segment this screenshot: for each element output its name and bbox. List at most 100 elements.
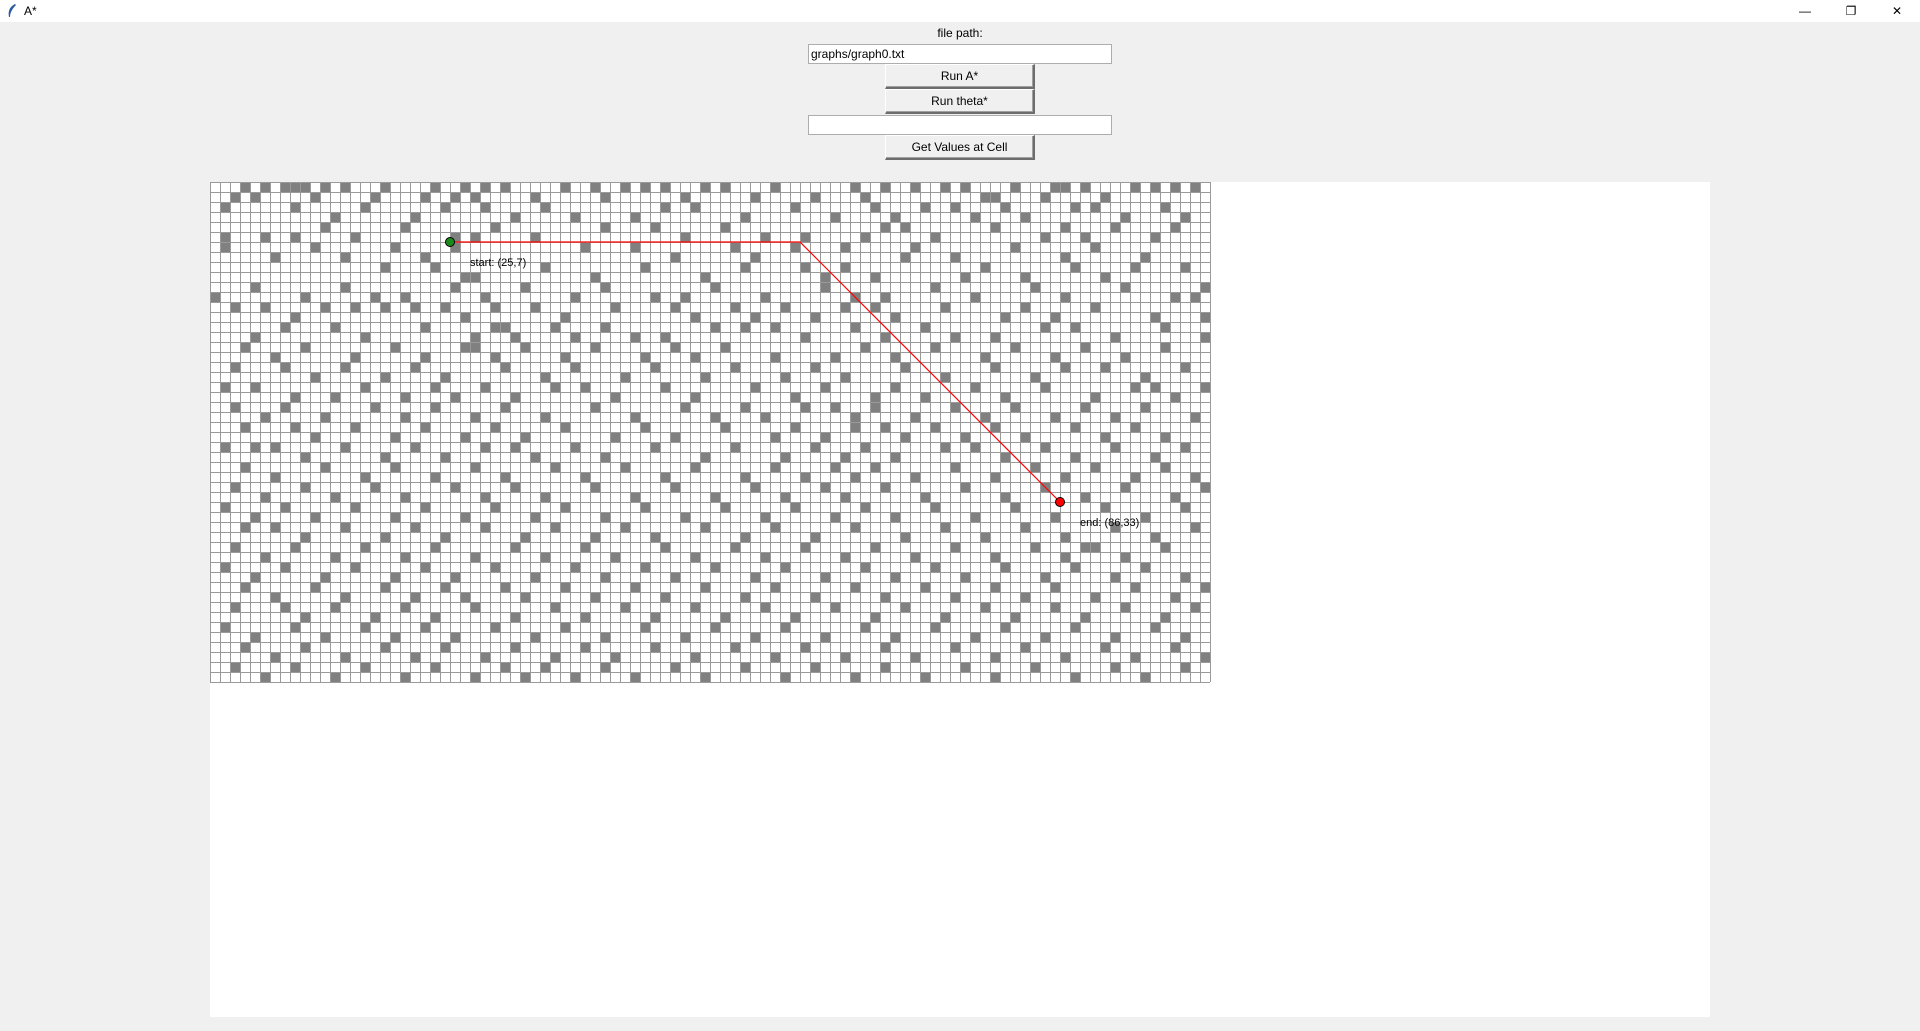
blocked-cell — [770, 182, 780, 192]
blocked-cell — [770, 352, 780, 362]
blocked-cell — [410, 652, 420, 662]
minimize-icon[interactable]: — — [1782, 0, 1828, 22]
blocked-cell — [520, 282, 530, 292]
blocked-cell — [1020, 522, 1030, 532]
blocked-cell — [1000, 452, 1010, 462]
blocked-cell — [860, 232, 870, 242]
blocked-cell — [1140, 252, 1150, 262]
blocked-cell — [800, 542, 810, 552]
close-icon[interactable]: ✕ — [1874, 0, 1920, 22]
restore-icon[interactable]: ❐ — [1828, 0, 1874, 22]
blocked-cell — [240, 422, 250, 432]
blocked-cell — [660, 332, 670, 342]
blocked-cell — [430, 542, 440, 552]
blocked-cell — [1140, 372, 1150, 382]
blocked-cell — [1160, 322, 1170, 332]
blocked-cell — [340, 282, 350, 292]
grid-map[interactable]: start: (25,7) end: (86,33) — [210, 182, 1211, 683]
blocked-cell — [310, 582, 320, 592]
blocked-cell — [1060, 292, 1070, 302]
blocked-cell — [1100, 502, 1110, 512]
blocked-cell — [470, 332, 480, 342]
blocked-cell — [550, 382, 560, 392]
blocked-cell — [480, 182, 490, 192]
blocked-cell — [440, 452, 450, 462]
blocked-cell — [1040, 322, 1050, 332]
blocked-cell — [600, 572, 610, 582]
blocked-cell — [430, 382, 440, 392]
blocked-cell — [880, 662, 890, 672]
blocked-cell — [790, 422, 800, 432]
blocked-cell — [570, 212, 580, 222]
blocked-cell — [600, 632, 610, 642]
blocked-cell — [760, 552, 770, 562]
end-label: end: (86,33) — [1080, 517, 1139, 529]
blocked-cell — [430, 262, 440, 272]
blocked-cell — [870, 302, 880, 312]
blocked-cell — [480, 652, 490, 662]
blocked-cell — [690, 462, 700, 472]
blocked-cell — [250, 512, 260, 522]
blocked-cell — [870, 612, 880, 622]
blocked-cell — [780, 372, 790, 382]
blocked-cell — [420, 352, 430, 362]
blocked-cell — [340, 522, 350, 532]
grid-canvas[interactable]: start: (25,7) end: (86,33) — [210, 182, 1710, 1017]
blocked-cell — [1140, 672, 1150, 682]
blocked-cell — [440, 202, 450, 212]
blocked-cell — [950, 332, 960, 342]
blocked-cell — [1030, 282, 1040, 292]
blocked-cell — [570, 672, 580, 682]
blocked-cell — [880, 292, 890, 302]
blocked-cell — [1120, 282, 1130, 292]
blocked-cell — [770, 322, 780, 332]
cell-coordinate-input[interactable] — [808, 115, 1112, 135]
blocked-cell — [990, 672, 1000, 682]
blocked-cell — [330, 322, 340, 332]
blocked-cell — [490, 352, 500, 362]
blocked-cell — [740, 532, 750, 542]
file-path-input[interactable] — [808, 44, 1112, 64]
run-theta-button[interactable]: Run theta* — [885, 89, 1035, 114]
blocked-cell — [1040, 192, 1050, 202]
blocked-cell — [450, 632, 460, 642]
blocked-cell — [260, 182, 270, 192]
blocked-cell — [1200, 482, 1210, 492]
run-astar-button[interactable]: Run A* — [885, 64, 1035, 89]
blocked-cell — [670, 432, 680, 442]
blocked-cell — [600, 662, 610, 672]
blocked-cell — [560, 622, 570, 632]
blocked-cell — [510, 642, 520, 652]
blocked-cell — [830, 402, 840, 412]
blocked-cell — [750, 192, 760, 202]
blocked-cell — [1190, 182, 1200, 192]
blocked-cell — [400, 412, 410, 422]
blocked-cell — [300, 612, 310, 622]
blocked-cell — [960, 182, 970, 192]
blocked-cell — [310, 372, 320, 382]
blocked-cell — [600, 512, 610, 522]
blocked-cell — [950, 542, 960, 552]
blocked-cell — [920, 672, 930, 682]
blocked-cell — [400, 222, 410, 232]
blocked-cell — [410, 592, 420, 602]
get-values-button[interactable]: Get Values at Cell — [885, 135, 1035, 160]
blocked-cell — [400, 392, 410, 402]
blocked-cell — [1200, 652, 1210, 662]
blocked-cell — [830, 512, 840, 522]
blocked-cell — [1010, 612, 1020, 622]
blocked-cell — [290, 392, 300, 402]
blocked-cell — [460, 512, 470, 522]
blocked-cell — [810, 442, 820, 452]
blocked-cell — [1050, 182, 1060, 192]
blocked-cell — [400, 672, 410, 682]
blocked-cell — [690, 392, 700, 402]
blocked-cell — [980, 192, 990, 202]
blocked-cell — [960, 272, 970, 282]
blocked-cell — [1130, 182, 1140, 192]
blocked-cell — [470, 192, 480, 202]
blocked-cell — [590, 592, 600, 602]
blocked-cell — [810, 312, 820, 322]
blocked-cell — [400, 552, 410, 562]
blocked-cell — [370, 482, 380, 492]
